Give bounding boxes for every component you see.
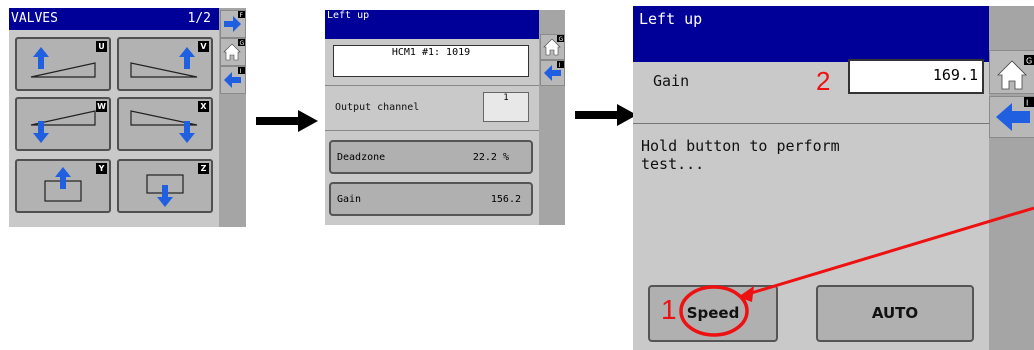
output-channel-label: Output channel <box>335 102 420 113</box>
test-instruction-text: Hold button to perform test... <box>641 137 840 173</box>
valve-badge: Z <box>198 163 209 174</box>
valve-button-y[interactable]: Y <box>15 159 111 213</box>
divider <box>633 123 989 124</box>
back-button[interactable]: I <box>540 60 565 86</box>
left-up-header: Left up <box>325 10 539 39</box>
arrow-right-icon: F <box>224 11 245 32</box>
deadzone-button[interactable]: Deadzone 22.2 % <box>329 140 533 174</box>
home-button[interactable]: G <box>989 50 1034 94</box>
home-icon: G <box>223 39 245 61</box>
arrow-left-icon: I <box>544 61 564 81</box>
arrow-left-icon: I <box>996 97 1034 131</box>
valve-badge: Y <box>96 163 107 174</box>
svg-text:F: F <box>240 12 244 19</box>
deadzone-value: 22.2 % <box>472 152 509 163</box>
home-button[interactable]: G <box>540 34 565 60</box>
device-value-field: HCM1 #1: 1019 <box>333 45 529 77</box>
gain-label: Gain <box>337 194 362 205</box>
svg-text:G: G <box>1026 57 1032 66</box>
svg-text:I: I <box>1026 99 1028 108</box>
valves-title: VALVES <box>11 11 58 26</box>
back-button[interactable]: I <box>989 96 1034 138</box>
gain-input[interactable]: 169.1 <box>848 59 984 94</box>
home-icon: G <box>543 35 564 56</box>
next-page-button[interactable]: F <box>220 10 246 38</box>
valves-screen: VALVES 1/2 U V W X Y Z F G I <box>9 8 246 227</box>
divider <box>325 85 539 86</box>
screen-title: Left up <box>327 10 370 21</box>
valve-button-x[interactable]: X <box>117 97 213 151</box>
valve-badge: X <box>198 101 209 112</box>
left-up-screen-small: Left up HCM1 #1: 1019 Output channel 1 D… <box>325 10 565 225</box>
svg-text:I: I <box>559 62 561 69</box>
svg-text:G: G <box>240 40 245 47</box>
svg-text:G: G <box>559 36 564 43</box>
valve-badge: W <box>96 101 107 112</box>
valve-button-v[interactable]: V <box>117 37 213 91</box>
valve-button-u[interactable]: U <box>15 37 111 91</box>
back-button[interactable]: I <box>220 66 246 94</box>
home-icon: G <box>997 55 1034 90</box>
valve-button-w[interactable]: W <box>15 97 111 151</box>
valve-badge: V <box>198 41 209 52</box>
gain-button[interactable]: Gain 156.2 <box>329 182 533 216</box>
page-indicator: 1/2 <box>187 11 211 26</box>
deadzone-label: Deadzone <box>337 152 386 163</box>
annotation-overlay <box>679 206 1034 337</box>
arrow-left-icon: I <box>224 67 245 88</box>
valve-button-z[interactable]: Z <box>117 159 213 213</box>
gain-label: Gain <box>653 72 690 90</box>
valve-badge: U <box>96 41 107 52</box>
divider <box>325 130 539 131</box>
valves-header: VALVES 1/2 <box>9 8 219 30</box>
screen-title: Left up <box>639 10 703 28</box>
svg-text:I: I <box>240 68 242 75</box>
left-up-side-bar: G I <box>539 10 565 225</box>
gain-value: 156.2 <box>490 194 521 205</box>
speed-highlight-circle <box>679 285 749 337</box>
flow-arrow-icon <box>256 110 318 132</box>
flow-arrow-icon <box>575 104 637 126</box>
pointer-arrow-head-icon <box>738 286 754 302</box>
annotation-marker-2: 2 <box>816 66 831 96</box>
output-channel-field[interactable]: 1 <box>483 92 529 122</box>
pointer-arrow-line <box>747 206 1034 296</box>
valves-side-bar: F G I <box>219 8 246 227</box>
home-button[interactable]: G <box>220 38 246 66</box>
left-up-header: Left up <box>633 6 989 62</box>
